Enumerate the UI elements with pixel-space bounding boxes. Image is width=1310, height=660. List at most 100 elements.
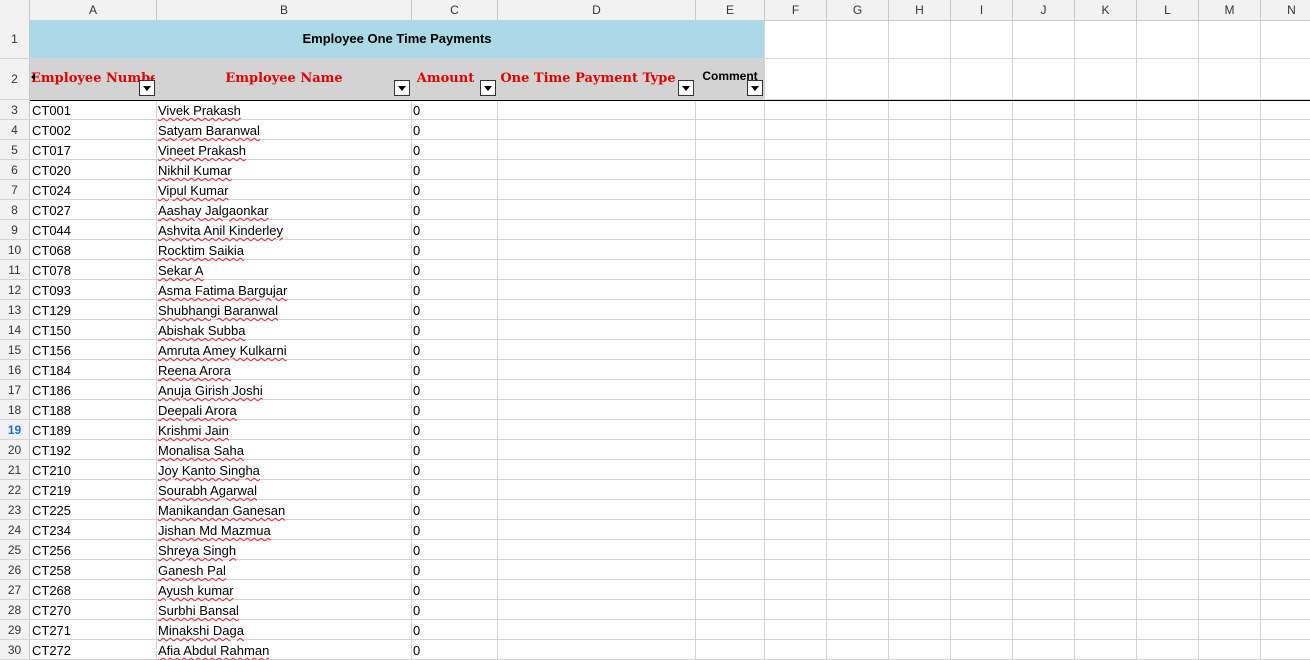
row-header-26[interactable]: 26 <box>0 560 30 580</box>
column-header-f[interactable]: F <box>765 0 827 20</box>
employee-name-cell[interactable]: Shubhangi Baranwal <box>158 300 278 320</box>
amount-cell[interactable]: 0 <box>413 480 420 500</box>
employee-number-cell[interactable]: CT027 <box>32 200 71 220</box>
employee-number-cell[interactable]: CT002 <box>32 120 71 140</box>
employee-number-cell[interactable]: CT184 <box>32 360 71 380</box>
row-header-25[interactable]: 25 <box>0 540 30 560</box>
row-header-1[interactable]: 1 <box>0 20 30 59</box>
column-header-a[interactable]: A <box>30 0 157 20</box>
header-employee-number[interactable]: Employee Number <box>31 59 155 99</box>
spreadsheet-grid[interactable]: ABCDEFGHIJKLMN 1 2 Employee One Time Pay… <box>0 0 1310 660</box>
employee-name-cell[interactable]: Surbhi Bansal <box>158 600 239 620</box>
employee-name-cell[interactable]: Deepali Arora <box>158 400 237 420</box>
employee-name-cell[interactable]: Anuja Girish Joshi <box>158 380 263 400</box>
employee-name-cell[interactable]: Manikandan Ganesan <box>158 500 285 520</box>
employee-number-cell[interactable]: CT270 <box>32 600 71 620</box>
employee-name-cell[interactable]: Sourabh Agarwal <box>158 480 257 500</box>
employee-name-cell[interactable]: Vipul Kumar <box>158 180 229 200</box>
amount-cell[interactable]: 0 <box>413 220 420 240</box>
employee-number-cell[interactable]: CT256 <box>32 540 71 560</box>
amount-cell[interactable]: 0 <box>413 380 420 400</box>
column-header-h[interactable]: H <box>889 0 951 20</box>
row-header-17[interactable]: 17 <box>0 380 30 400</box>
amount-cell[interactable]: 0 <box>413 260 420 280</box>
row-header-20[interactable]: 20 <box>0 440 30 460</box>
row-header-7[interactable]: 7 <box>0 180 30 200</box>
filter-dropdown-icon[interactable] <box>747 80 763 96</box>
row-header-29[interactable]: 29 <box>0 620 30 640</box>
employee-name-cell[interactable]: Joy Kanto Singha <box>158 460 260 480</box>
employee-number-cell[interactable]: CT272 <box>32 640 71 660</box>
employee-number-cell[interactable]: CT210 <box>32 460 71 480</box>
employee-number-cell[interactable]: CT189 <box>32 420 71 440</box>
employee-name-cell[interactable]: Krishmi Jain <box>158 420 229 440</box>
amount-cell[interactable]: 0 <box>413 120 420 140</box>
filter-dropdown-icon[interactable] <box>678 80 694 96</box>
row-header-12[interactable]: 12 <box>0 280 30 300</box>
employee-number-cell[interactable]: CT156 <box>32 340 71 360</box>
row-header-28[interactable]: 28 <box>0 600 30 620</box>
amount-cell[interactable]: 0 <box>413 440 420 460</box>
header-amount[interactable]: Amount <box>412 59 479 99</box>
row-header-27[interactable]: 27 <box>0 580 30 600</box>
row-header-6[interactable]: 6 <box>0 160 30 180</box>
employee-number-cell[interactable]: CT219 <box>32 480 71 500</box>
row-header-15[interactable]: 15 <box>0 340 30 360</box>
employee-name-cell[interactable]: Afia Abdul Rahman <box>158 640 269 660</box>
amount-cell[interactable]: 0 <box>413 620 420 640</box>
employee-name-cell[interactable]: Abishak Subba <box>158 320 245 340</box>
employee-number-cell[interactable]: CT268 <box>32 580 71 600</box>
employee-name-cell[interactable]: Ayush kumar <box>158 580 234 600</box>
amount-cell[interactable]: 0 <box>413 100 420 120</box>
row-header-30[interactable]: 30 <box>0 640 30 660</box>
employee-number-cell[interactable]: CT068 <box>32 240 71 260</box>
row-header-11[interactable]: 11 <box>0 260 30 280</box>
row-header-5[interactable]: 5 <box>0 140 30 160</box>
row-header-3[interactable]: 3 <box>0 100 30 120</box>
employee-number-cell[interactable]: CT024 <box>32 180 71 200</box>
column-header-m[interactable]: M <box>1199 0 1261 20</box>
employee-name-cell[interactable]: Aashay Jalgaonkar <box>158 200 269 220</box>
amount-cell[interactable]: 0 <box>413 180 420 200</box>
filter-dropdown-icon[interactable] <box>394 80 410 96</box>
amount-cell[interactable]: 0 <box>413 320 420 340</box>
amount-cell[interactable]: 0 <box>413 240 420 260</box>
filter-dropdown-icon[interactable] <box>139 80 155 96</box>
employee-number-cell[interactable]: CT020 <box>32 160 71 180</box>
amount-cell[interactable]: 0 <box>413 540 420 560</box>
row-header-13[interactable]: 13 <box>0 300 30 320</box>
employee-name-cell[interactable]: Amruta Amey Kulkarni <box>158 340 287 360</box>
employee-number-cell[interactable]: CT186 <box>32 380 71 400</box>
row-header-19[interactable]: 19 <box>0 420 30 440</box>
amount-cell[interactable]: 0 <box>413 400 420 420</box>
employee-number-cell[interactable]: CT225 <box>32 500 71 520</box>
amount-cell[interactable]: 0 <box>413 460 420 480</box>
employee-name-cell[interactable]: Shreya Singh <box>158 540 236 560</box>
amount-cell[interactable]: 0 <box>413 560 420 580</box>
row-header-14[interactable]: 14 <box>0 320 30 340</box>
row-header-10[interactable]: 10 <box>0 240 30 260</box>
row-header-24[interactable]: 24 <box>0 520 30 540</box>
column-header-e[interactable]: E <box>696 0 765 20</box>
employee-number-cell[interactable]: CT188 <box>32 400 71 420</box>
employee-number-cell[interactable]: CT017 <box>32 140 71 160</box>
employee-name-cell[interactable]: Reena Arora <box>158 360 231 380</box>
employee-name-cell[interactable]: Ashvita Anil Kinderley <box>158 220 283 240</box>
employee-number-cell[interactable]: CT258 <box>32 560 71 580</box>
employee-name-cell[interactable]: Satyam Baranwal <box>158 120 260 140</box>
column-header-g[interactable]: G <box>827 0 889 20</box>
amount-cell[interactable]: 0 <box>413 340 420 360</box>
row-header-23[interactable]: 23 <box>0 500 30 520</box>
column-header-k[interactable]: K <box>1075 0 1137 20</box>
column-header-j[interactable]: J <box>1013 0 1075 20</box>
employee-number-cell[interactable]: CT001 <box>32 100 71 120</box>
header-employee-name[interactable]: Employee Name <box>157 59 411 99</box>
column-header-i[interactable]: I <box>951 0 1013 20</box>
employee-number-cell[interactable]: CT234 <box>32 520 71 540</box>
employee-name-cell[interactable]: Ganesh Pal <box>158 560 226 580</box>
employee-name-cell[interactable]: Monalisa Saha <box>158 440 244 460</box>
amount-cell[interactable]: 0 <box>413 300 420 320</box>
employee-number-cell[interactable]: CT150 <box>32 320 71 340</box>
row-header-4[interactable]: 4 <box>0 120 30 140</box>
column-header-d[interactable]: D <box>498 0 696 20</box>
